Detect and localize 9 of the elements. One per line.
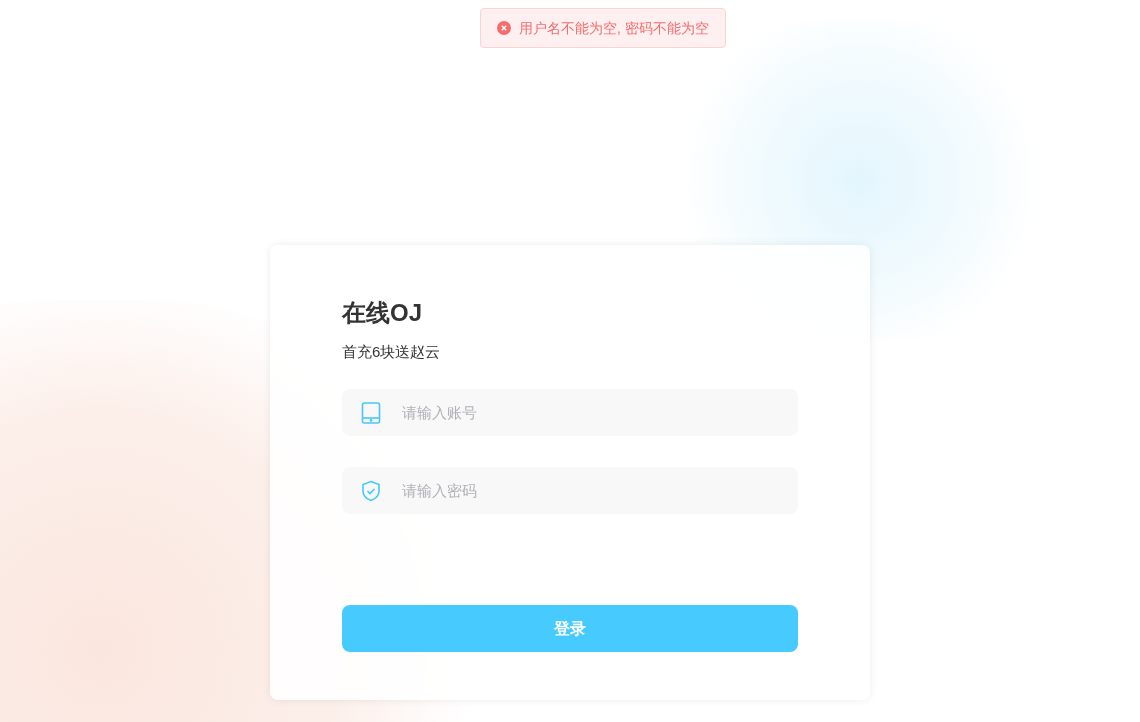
tablet-icon [361,402,381,424]
error-icon [497,21,511,35]
login-subtitle: 首充6块送赵云 [342,342,442,362]
shield-check-icon [361,480,381,502]
login-button[interactable]: 登录 [342,605,798,652]
input-field[interactable]: 请输入账号 [342,389,798,436]
error-message: 用户名不能为空, 密码不能为空 [519,18,709,38]
input-field[interactable]: 请输入密码 [342,467,798,514]
login-title: 在线OJ [342,298,423,328]
